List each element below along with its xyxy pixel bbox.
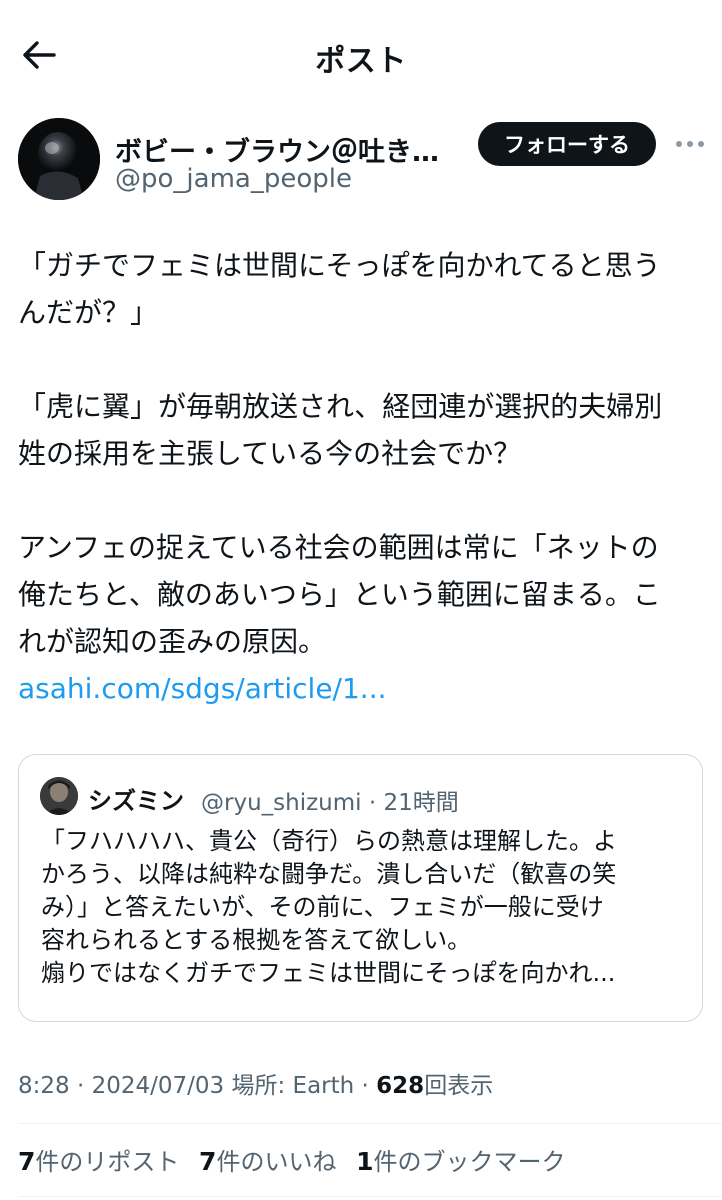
bookmarks-count: 1: [356, 1147, 374, 1176]
post-link-line: asahi.com/sdgs/article/1...: [18, 665, 708, 712]
likes-count: 7: [199, 1147, 217, 1176]
post-line: 「ガチでフェミは世間にそっぽを向かれてると思う: [18, 249, 661, 282]
avatar-image: [18, 118, 100, 200]
engagement-stats: 7件のリポスト 7件のいいね 1件のブックマーク: [18, 1142, 578, 1177]
quote-author-handle: @ryu_shizumi: [201, 790, 362, 816]
views-label: 回表示: [424, 1073, 494, 1099]
author-avatar[interactable]: [18, 118, 100, 200]
quote-author-meta: @ryu_shizumi · 21時間: [201, 790, 459, 816]
quote-line: 容れられるとする根拠を答えて欲しい。: [41, 926, 472, 954]
page-title: ポスト: [315, 44, 407, 79]
article-link[interactable]: asahi.com/sdgs/article/1...: [18, 672, 387, 705]
author-handle[interactable]: @po_jama_people: [115, 164, 352, 194]
quote-author-name: シズミン: [88, 787, 184, 815]
quote-time: 21時間: [383, 790, 459, 816]
divider: [18, 1123, 722, 1124]
post-line: 「虎に翼」が毎朝放送され、経団連が選択的夫婦別: [18, 390, 663, 423]
divider: [18, 1196, 722, 1197]
quote-text: 「フハハハハ、貴公（奇行）らの熱意は理解した。よ かろう、以降は純粋な闘争だ。潰…: [41, 825, 686, 990]
quote-author-avatar: [40, 777, 78, 815]
post-text: 「ガチでフェミは世間にそっぽを向かれてると思う んだが？」 「虎に翼」が毎朝放送…: [18, 242, 708, 712]
follow-button[interactable]: フォローする: [478, 122, 656, 166]
post-line: んだが？」: [18, 296, 159, 329]
more-button[interactable]: [670, 122, 710, 166]
top-bar: ポスト: [0, 0, 722, 110]
quote-line: 煽りではなくガチでフェミは世間にそっぽを向かれ...: [41, 959, 616, 987]
quoted-post[interactable]: シズミン @ryu_shizumi · 21時間 「フハハハハ、貴公（奇行）らの…: [18, 754, 703, 1022]
post-time[interactable]: 8:28: [18, 1073, 70, 1099]
post-date[interactable]: 2024/07/03: [92, 1073, 225, 1099]
views-count: 628: [376, 1073, 425, 1099]
bookmarks-label: 件のブックマーク: [373, 1148, 566, 1176]
reposts-label: 件のリポスト: [35, 1148, 180, 1176]
bookmarks-stat[interactable]: 1件のブックマーク: [356, 1142, 565, 1177]
post-location: 場所: Earth: [231, 1073, 355, 1099]
post-line-blank: [18, 477, 708, 524]
quote-line: かろう、以降は純粋な闘争だ。潰し合いだ（歓喜の笑: [41, 860, 617, 888]
reposts-stat[interactable]: 7件のリポスト: [18, 1142, 179, 1177]
quote-line: 「フハハハハ、貴公（奇行）らの熱意は理解した。よ: [41, 827, 617, 855]
quote-line: み）」と答えたいが、その前に、フェミが一般に受け: [41, 893, 604, 921]
post-author: ボビー・ブラウン＠吐き気… @po_jama_people フォローする: [18, 118, 708, 204]
more-horizontal-icon: [676, 141, 704, 147]
post-line: アンフェの捉えている社会の範囲は常に「ネットの: [18, 531, 659, 564]
post-meta: 8:28 · 2024/07/03 場所: Earth · 628回表示: [18, 1073, 494, 1099]
quote-avatar-image: [40, 777, 78, 815]
post-line: れが認知の歪みの原因。: [18, 625, 327, 658]
reposts-count: 7: [18, 1147, 36, 1176]
likes-stat[interactable]: 7件のいいね: [199, 1142, 336, 1177]
post-line: 俺たちと、敵のあいつら」という範囲に留まる。こ: [18, 578, 661, 611]
post-line: 姓の採用を主張している今の社会でか？: [18, 437, 522, 470]
post-line-blank: [18, 336, 708, 383]
likes-label: 件のいいね: [216, 1148, 337, 1176]
